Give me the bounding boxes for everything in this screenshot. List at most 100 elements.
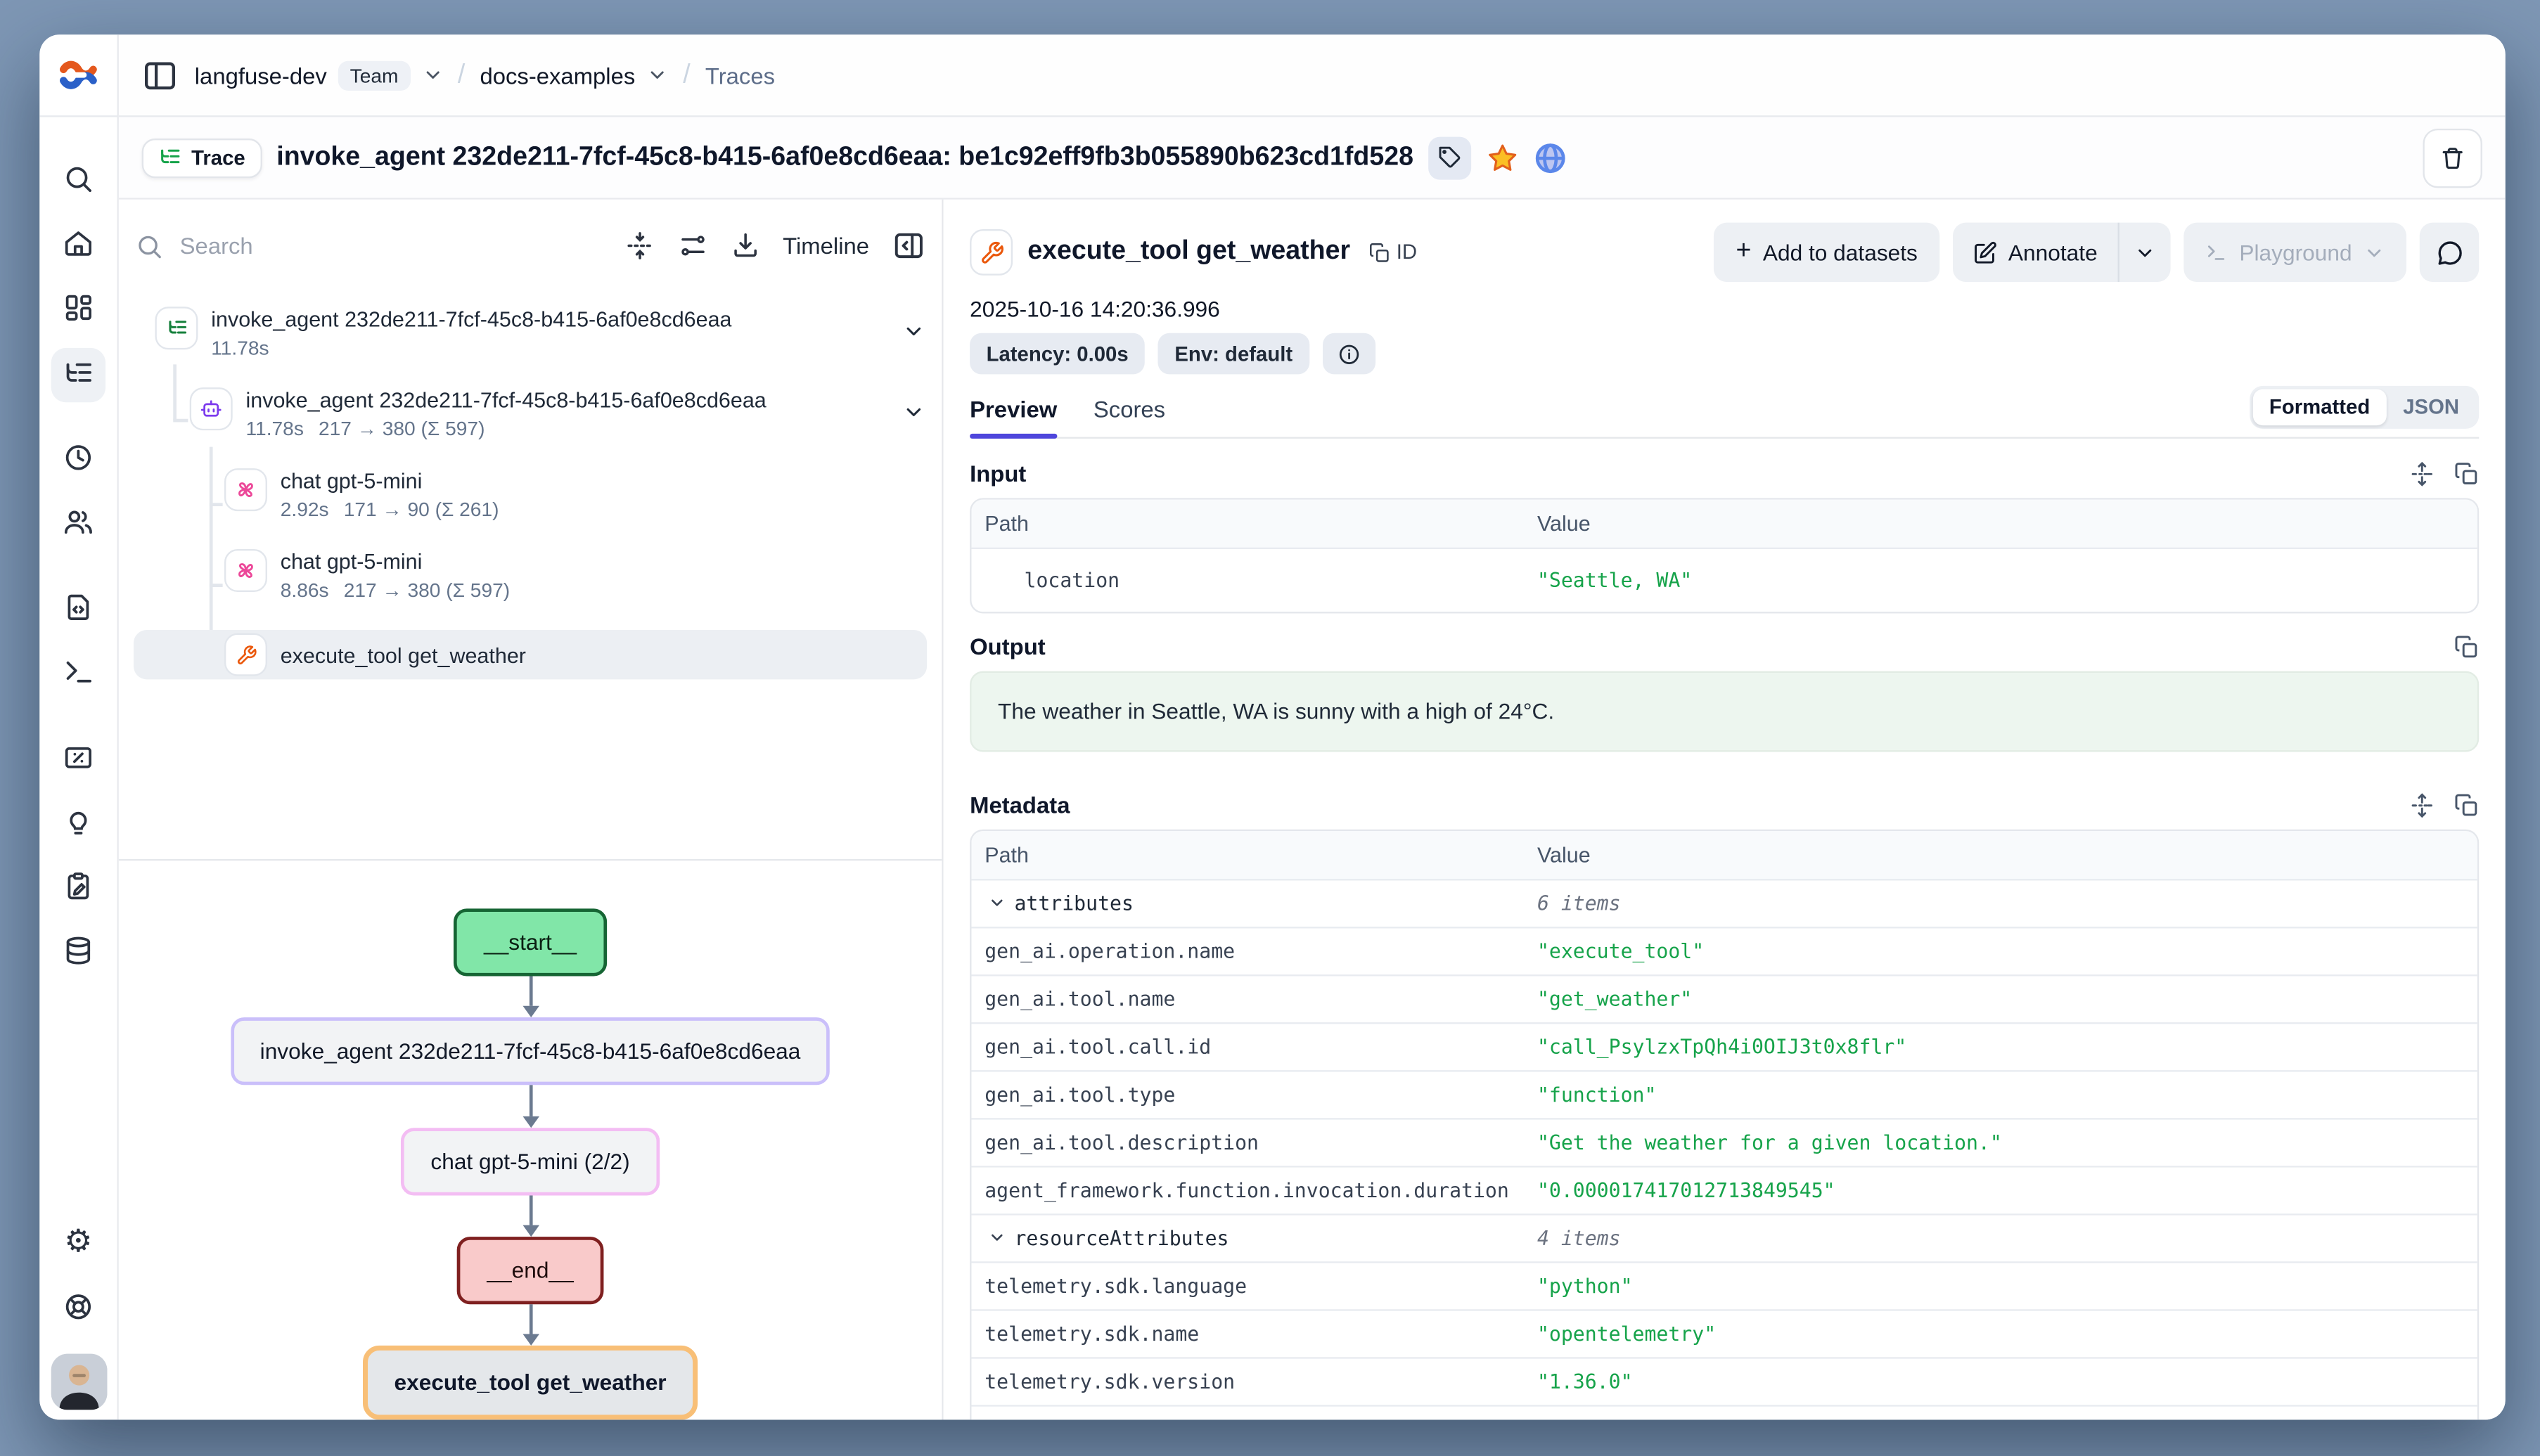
- table-row[interactable]: gen_ai.operation.name "execute_tool": [971, 927, 2477, 974]
- tracing-icon[interactable]: [51, 348, 105, 402]
- tab-scores[interactable]: Scores: [1093, 396, 1165, 437]
- rail-divider: [39, 115, 117, 117]
- annotate-dropdown-chevron[interactable]: [2119, 223, 2170, 282]
- graph-node-end[interactable]: __end__: [457, 1237, 603, 1304]
- breadcrumb-project[interactable]: docs-examples: [480, 62, 635, 89]
- tab-preview[interactable]: Preview: [970, 396, 1057, 437]
- download-icon[interactable]: [730, 231, 759, 260]
- annotate-split-button: Annotate: [1952, 223, 2170, 282]
- users-icon[interactable]: [61, 505, 96, 539]
- tree-item-generation[interactable]: chat gpt-5-mini 8.86s217 → 380 (Σ 597): [224, 549, 925, 602]
- search-icon[interactable]: [61, 162, 96, 196]
- home-icon[interactable]: [61, 226, 96, 260]
- display-settings-icon[interactable]: [677, 231, 707, 260]
- expand-rows-icon[interactable]: [2410, 792, 2435, 817]
- observation-detail-panel: execute_tool get_weather ID + Add to dat…: [944, 200, 2506, 1420]
- input-section-header: Input: [970, 460, 2479, 487]
- tree-item-tokens: 217 → 380 (Σ 597): [319, 417, 485, 440]
- copy-icon[interactable]: [2454, 792, 2479, 817]
- table-row[interactable]: telemetry.sdk.version "1.36.0": [971, 1357, 2477, 1405]
- tree-item-duration: 2.92s: [281, 498, 329, 521]
- table-row[interactable]: telemetry.sdk.name "opentelemetry": [971, 1309, 2477, 1357]
- evals-percent-card-icon[interactable]: [61, 740, 96, 775]
- delete-trace-button[interactable]: [2423, 128, 2482, 187]
- chevron-down-icon[interactable]: [988, 894, 1006, 912]
- trace-type-badge: Trace: [142, 138, 262, 177]
- row-value: 6 items: [1524, 880, 2477, 927]
- table-row-clipped[interactable]: service.name "unknown_service": [971, 1405, 2477, 1419]
- terminal-icon: [2205, 240, 2228, 264]
- graph-node-generation[interactable]: chat gpt-5-mini (2/2): [401, 1127, 660, 1194]
- table-row[interactable]: gen_ai.tool.name "get_weather": [971, 974, 2477, 1022]
- chevron-down-icon[interactable]: [421, 64, 442, 85]
- row-value: "Get the weather for a given location.": [1524, 1120, 2477, 1166]
- breadcrumb-page[interactable]: Traces: [705, 62, 775, 89]
- dashboard-icon[interactable]: [61, 290, 96, 325]
- row-value: "unknown_service": [1524, 1407, 2477, 1420]
- table-row[interactable]: gen_ai.tool.type "function": [971, 1070, 2477, 1118]
- timeline-toggle[interactable]: Timeline: [783, 233, 869, 259]
- graph-node-start[interactable]: __start__: [454, 908, 606, 976]
- table-row[interactable]: telemetry.sdk.language "python": [971, 1261, 2477, 1309]
- datasets-database-icon[interactable]: [61, 934, 96, 968]
- annotate-button[interactable]: Annotate: [1952, 223, 2117, 282]
- support-lifebuoy-icon[interactable]: [61, 1289, 96, 1324]
- copy-icon[interactable]: [2454, 634, 2479, 659]
- prompts-file-code-icon[interactable]: [61, 591, 96, 625]
- trace-header-bar: Trace invoke_agent 232de211-7fcf-45c8-b4…: [119, 117, 2506, 200]
- formatted-toggle-option[interactable]: Formatted: [2252, 389, 2386, 426]
- copy-id-button[interactable]: ID: [1368, 240, 1417, 264]
- table-row[interactable]: gen_ai.tool.call.id "call_PsylzxTpQh4i0O…: [971, 1022, 2477, 1070]
- user-avatar[interactable]: [51, 1354, 108, 1410]
- table-group-row[interactable]: attributes 6 items: [971, 879, 2477, 927]
- table-row[interactable]: agent_framework.function.invocation.dura…: [971, 1166, 2477, 1213]
- bookmark-star-icon[interactable]: [1486, 141, 1519, 174]
- tree-connector: [210, 584, 223, 586]
- public-globe-icon[interactable]: [1534, 141, 1567, 174]
- graph-node-tool-selected[interactable]: execute_tool get_weather: [363, 1346, 698, 1419]
- top-bar: langfuse-dev Team / docs-examples / Trac…: [119, 34, 2506, 117]
- graph-node-agent[interactable]: invoke_agent 232de211-7fcf-45c8-b415-6af…: [230, 1018, 830, 1085]
- output-section-header: Output: [970, 633, 2479, 660]
- tree-item-trace[interactable]: invoke_agent 232de211-7fcf-45c8-b415-6af…: [155, 307, 925, 359]
- chevron-down-icon[interactable]: [902, 401, 925, 424]
- trace-type-label: Trace: [191, 146, 245, 169]
- breadcrumb-org[interactable]: langfuse-dev: [195, 62, 327, 89]
- chevron-down-icon[interactable]: [647, 64, 668, 85]
- collapse-panel-icon[interactable]: [892, 229, 925, 262]
- expand-rows-icon[interactable]: [2410, 461, 2435, 486]
- tree-search[interactable]: [135, 231, 601, 260]
- search-input[interactable]: [177, 231, 381, 260]
- langfuse-logo-icon[interactable]: [56, 53, 101, 97]
- tag-icon[interactable]: [1428, 136, 1471, 179]
- tree-item-agent-span[interactable]: invoke_agent 232de211-7fcf-45c8-b415-6af…: [190, 387, 925, 440]
- row-path: agent_framework.function.invocation.dura…: [971, 1168, 1524, 1214]
- playground-button[interactable]: Playground: [2183, 223, 2406, 282]
- graph-edge-arrow: [520, 976, 540, 1017]
- comments-button[interactable]: [2420, 223, 2479, 282]
- plus-icon: +: [1736, 237, 1752, 266]
- table-row[interactable]: gen_ai.tool.description "Get the weather…: [971, 1118, 2477, 1166]
- add-to-datasets-button[interactable]: + Add to datasets: [1714, 223, 1939, 282]
- tree-item-generation[interactable]: chat gpt-5-mini 2.92s171 → 90 (Σ 261): [224, 468, 925, 521]
- chevron-down-icon[interactable]: [902, 320, 925, 343]
- table-row[interactable]: location "Seattle, WA": [971, 548, 2477, 612]
- sidebar-toggle-icon[interactable]: [142, 57, 179, 94]
- collapse-all-icon[interactable]: [624, 231, 654, 260]
- trace-title: invoke_agent 232de211-7fcf-45c8-b415-6af…: [276, 143, 1413, 172]
- table-group-row[interactable]: resourceAttributes 4 items: [971, 1213, 2477, 1261]
- row-value: "call_PsylzxTpQh4i0OIJ3t0x8flr": [1524, 1024, 2477, 1071]
- sessions-clock-icon[interactable]: [61, 440, 96, 475]
- chevron-down-icon[interactable]: [988, 1228, 1006, 1246]
- agent-robot-icon: [190, 387, 233, 430]
- lightbulb-icon[interactable]: [61, 805, 96, 839]
- annotation-clipboard-pen-icon[interactable]: [61, 869, 96, 903]
- tree-item-tool-selected[interactable]: execute_tool get_weather: [134, 630, 927, 679]
- settings-gear-icon[interactable]: ⚙: [61, 1225, 96, 1260]
- desktop-wallpaper: ⚙ langfuse-dev Team / docs-examples / Tr…: [0, 0, 2540, 1456]
- playground-terminal-icon[interactable]: [61, 655, 96, 689]
- tree-item-duration: 11.78s: [211, 336, 269, 359]
- json-toggle-option[interactable]: JSON: [2387, 389, 2476, 426]
- copy-icon[interactable]: [2454, 461, 2479, 486]
- info-badge[interactable]: [1322, 333, 1375, 375]
